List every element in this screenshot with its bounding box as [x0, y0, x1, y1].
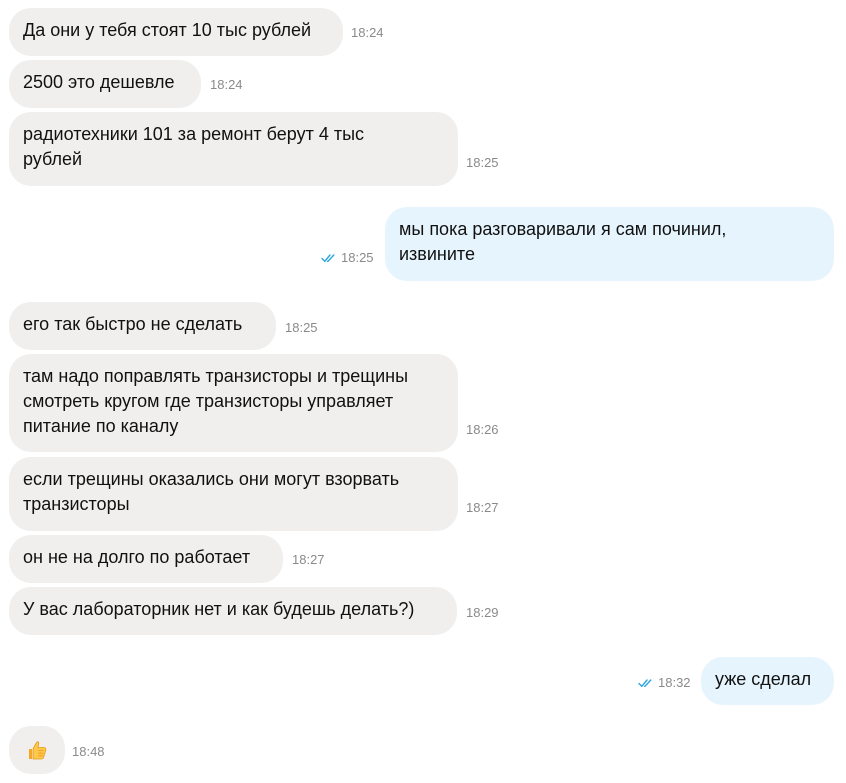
thumbs-up-icon	[29, 741, 47, 760]
message-bubble-incoming[interactable]: 2500 это дешевле	[9, 60, 201, 108]
message-meta: 18:32	[638, 675, 691, 691]
message-text: уже сделал	[715, 669, 812, 689]
message-time: 18:27	[292, 552, 325, 567]
message-text: его так быстро не сделать	[23, 314, 243, 334]
read-double-check-icon	[638, 679, 652, 687]
message-text: мы пока разговаривали я сам починил, изв…	[399, 219, 727, 264]
message-bubble-incoming[interactable]: У вас лабораторник нет и как будешь дела…	[9, 587, 457, 635]
message-text: Да они у тебя стоят 10 тыс рублей	[23, 20, 312, 40]
message-time: 18:32	[658, 675, 691, 690]
message-text: там надо поправлять транзисторы и трещин…	[23, 366, 409, 436]
message-text: радиотехники 101 за ремонт берут 4 тыс р…	[23, 124, 365, 169]
message-time: 18:26	[466, 422, 499, 437]
message-bubble-outgoing[interactable]: уже сделал	[701, 657, 834, 705]
read-double-check-icon	[321, 254, 335, 262]
message-time: 18:48	[72, 744, 105, 759]
message-time: 18:29	[466, 605, 499, 620]
message-time: 18:25	[466, 155, 499, 170]
message-bubble-incoming[interactable]: там надо поправлять транзисторы и трещин…	[9, 354, 458, 452]
message-bubble-incoming[interactable]: он не на долго по работает	[9, 535, 283, 583]
message-meta: 18:25	[321, 250, 374, 266]
message-text: У вас лабораторник нет и как будешь дела…	[23, 599, 415, 619]
message-time: 18:24	[351, 25, 384, 40]
message-time: 18:24	[210, 77, 243, 92]
message-bubble-outgoing[interactable]: мы пока разговаривали я сам починил, изв…	[385, 207, 834, 281]
message-text: он не на долго по работает	[23, 547, 251, 567]
message-bubble-incoming[interactable]	[9, 726, 65, 774]
message-text: 2500 это дешевле	[23, 72, 175, 92]
chat-message-list[interactable]: Да они у тебя стоят 10 тыс рублей 18:24 …	[0, 0, 846, 783]
message-bubble-incoming[interactable]: радиотехники 101 за ремонт берут 4 тыс р…	[9, 112, 458, 186]
message-time: 18:25	[341, 250, 374, 265]
message-bubble-incoming[interactable]: Да они у тебя стоят 10 тыс рублей	[9, 8, 343, 56]
message-time: 18:25	[285, 320, 318, 335]
message-text: если трещины оказались они могут взорват…	[23, 469, 400, 514]
message-bubble-incoming[interactable]: если трещины оказались они могут взорват…	[9, 457, 458, 531]
message-bubble-incoming[interactable]: его так быстро не сделать	[9, 302, 276, 350]
message-time: 18:27	[466, 500, 499, 515]
